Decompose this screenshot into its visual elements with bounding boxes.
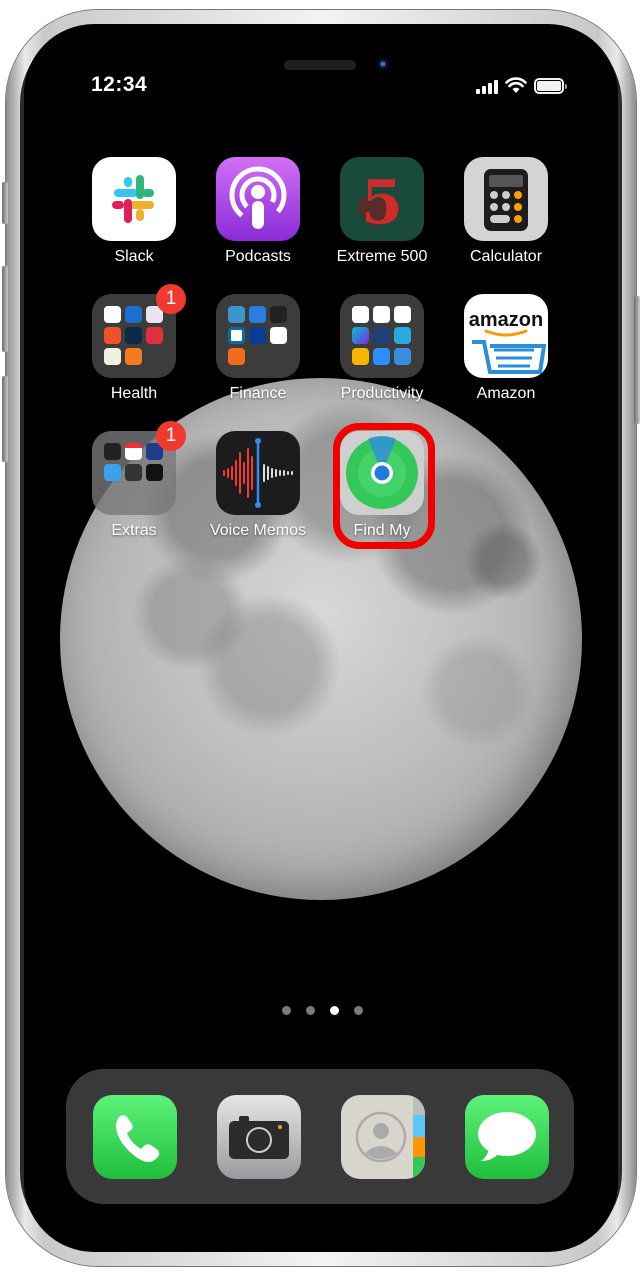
app-slack[interactable]: Slack [84, 157, 184, 266]
mini-app-icon [352, 306, 369, 323]
wifi-icon [505, 77, 527, 93]
page-dot-current[interactable] [330, 1006, 339, 1015]
folder-finance[interactable]: Finance [208, 294, 308, 403]
page-dot[interactable] [282, 1006, 291, 1015]
voice-memos-icon [216, 431, 300, 515]
mini-app-icon [125, 443, 142, 460]
folder-icon: 1 [92, 284, 186, 378]
contacts-icon[interactable] [341, 1095, 425, 1179]
app-label: Podcasts [225, 248, 291, 265]
mini-app-icon [228, 348, 245, 365]
mini-app-icon [125, 327, 142, 344]
notification-badge: 1 [156, 284, 186, 314]
mini-app-icon [125, 348, 142, 365]
app-label: Extreme 500 [336, 248, 428, 265]
mini-app-icon [352, 348, 369, 365]
calculator-icon [464, 157, 548, 241]
mini-app-icon [270, 327, 287, 344]
mini-app-icon [249, 306, 266, 323]
svg-text:5: 5 [361, 168, 403, 238]
mini-app-icon [228, 306, 245, 323]
amazon-icon: amazon [464, 294, 548, 378]
app-label: Voice Memos [209, 522, 307, 539]
folder-icon: 1 [92, 421, 186, 515]
app-label: Slack [114, 248, 154, 265]
folder-health[interactable]: 1 Health [84, 284, 186, 403]
mini-app-icon [146, 327, 163, 344]
app-label: Amazon [476, 385, 536, 402]
earpiece-speaker [284, 60, 356, 70]
mini-app-icon [104, 464, 121, 481]
mini-app-icon [104, 348, 121, 365]
page-dot[interactable] [306, 1006, 315, 1015]
folder-extras[interactable]: 1 Extras [84, 421, 186, 540]
find-my-icon [340, 431, 424, 515]
mini-app-icon [394, 327, 411, 344]
app-amazon[interactable]: amazon Amazon [456, 294, 556, 403]
mini-app-icon [373, 348, 390, 365]
app-extreme-500[interactable]: 5 Extreme 500 [332, 157, 432, 266]
messages-icon[interactable] [465, 1095, 549, 1179]
mini-app-icon [373, 327, 390, 344]
mini-app-icon [352, 327, 369, 344]
mini-app-icon [394, 348, 411, 365]
mini-app-icon [125, 464, 142, 481]
mini-app-icon [394, 306, 411, 323]
notification-badge: 1 [156, 421, 186, 451]
mini-app-icon [104, 327, 121, 344]
mini-app-icon [270, 306, 287, 323]
slack-icon [92, 157, 176, 241]
page-indicator[interactable] [282, 1006, 363, 1015]
silent-switch [2, 182, 8, 224]
mini-app-icon [104, 306, 121, 323]
volume-down-button [2, 376, 8, 462]
mini-app-icon [146, 464, 163, 481]
front-camera [377, 58, 389, 70]
page-dot[interactable] [354, 1006, 363, 1015]
folder-label: Productivity [340, 385, 424, 402]
folder-icon [340, 294, 424, 378]
mini-app-icon [228, 327, 245, 344]
folder-productivity[interactable]: Productivity [332, 294, 432, 403]
status-time: 12:34 [91, 73, 148, 96]
app-calculator[interactable]: Calculator [456, 157, 556, 266]
app-label: Find My [353, 522, 411, 539]
cellular-signal-icon [476, 80, 500, 94]
side-button [634, 296, 640, 424]
folder-label: Extras [111, 522, 157, 539]
extreme-500-icon: 5 [340, 157, 424, 241]
app-voice-memos[interactable]: Voice Memos [208, 431, 308, 540]
app-label: Calculator [469, 248, 543, 265]
folder-icon [216, 294, 300, 378]
folder-label: Health [110, 385, 158, 402]
camera-icon[interactable] [217, 1095, 301, 1179]
mini-app-icon [249, 327, 266, 344]
mini-app-icon [104, 443, 121, 460]
folder-label: Finance [229, 385, 287, 402]
app-podcasts[interactable]: Podcasts [208, 157, 308, 266]
mini-app-icon [125, 306, 142, 323]
volume-up-button [2, 266, 8, 352]
amazon-wordmark: amazon [469, 309, 543, 331]
mini-app-icon [373, 306, 390, 323]
battery-icon [534, 78, 567, 94]
app-find-my[interactable]: Find My [332, 431, 432, 540]
podcasts-icon [216, 157, 300, 241]
phone-icon[interactable] [93, 1095, 177, 1179]
